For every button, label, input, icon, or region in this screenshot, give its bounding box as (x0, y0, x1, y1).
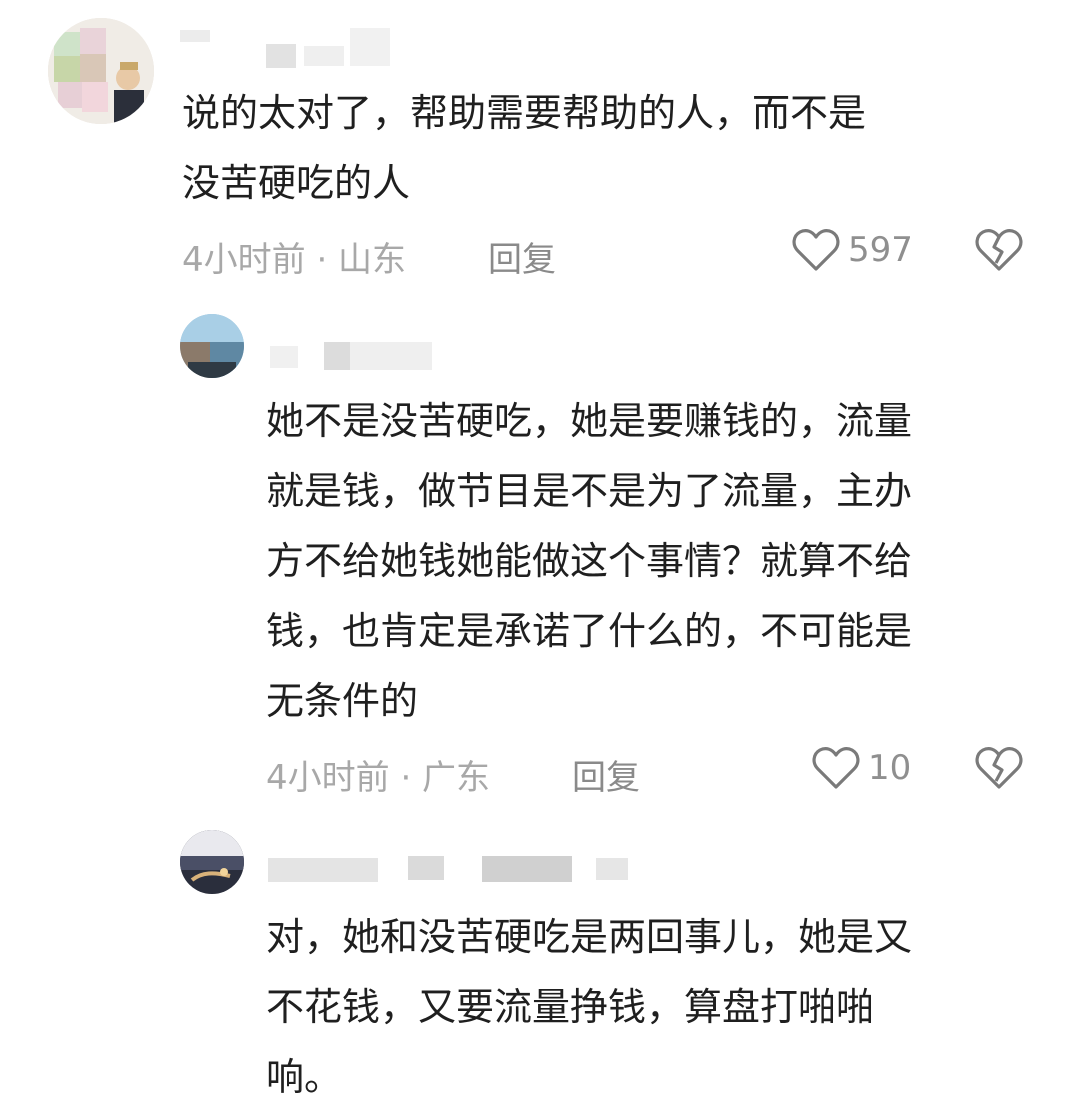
username-blurred[interactable] (270, 342, 440, 372)
broken-heart-icon (975, 229, 1023, 271)
avatar[interactable] (180, 830, 244, 894)
like-count: 597 (848, 230, 913, 270)
comment-2: 她不是没苦硬吃，她是要赚钱的，流量 就是钱，做节目是不是为了流量，主办 方不给她… (0, 300, 1080, 810)
username-blurred[interactable] (268, 850, 648, 884)
like-button[interactable]: 597 (792, 227, 913, 273)
heart-outline-icon (812, 747, 860, 789)
comment-text: 她不是没苦硬吃，她是要赚钱的，流量 就是钱，做节目是不是为了流量，主办 方不给她… (266, 399, 913, 723)
like-count: 10 (868, 748, 912, 788)
heart-outline-icon (792, 229, 840, 271)
username-blurred[interactable] (180, 28, 410, 68)
dislike-button[interactable] (974, 227, 1024, 277)
timestamp-location: 4小时前 · 山东 (182, 240, 407, 280)
comment-3: 对，她和没苦硬吃是两回事儿，她是又 不花钱，又要流量挣钱，算盘打啪啪 响。 (0, 820, 1080, 1118)
comment-text: 说的太对了，帮助需要帮助的人，而不是 没苦硬吃的人 (182, 91, 867, 205)
broken-heart-icon (975, 747, 1023, 789)
like-button[interactable]: 10 (812, 745, 911, 791)
reply-button[interactable]: 回复 (488, 232, 556, 281)
comment-1: 说的太对了，帮助需要帮助的人，而不是 没苦硬吃的人 4小时前 · 山东 回复 5… (0, 0, 1080, 290)
avatar[interactable] (180, 314, 244, 378)
comment-text: 对，她和没苦硬吃是两回事儿，她是又 不花钱，又要流量挣钱，算盘打啪啪 响。 (266, 915, 913, 1099)
avatar[interactable] (48, 18, 154, 124)
reply-button[interactable]: 回复 (572, 750, 640, 799)
dislike-button[interactable] (974, 745, 1024, 795)
timestamp-location: 4小时前 · 广东 (266, 758, 491, 798)
